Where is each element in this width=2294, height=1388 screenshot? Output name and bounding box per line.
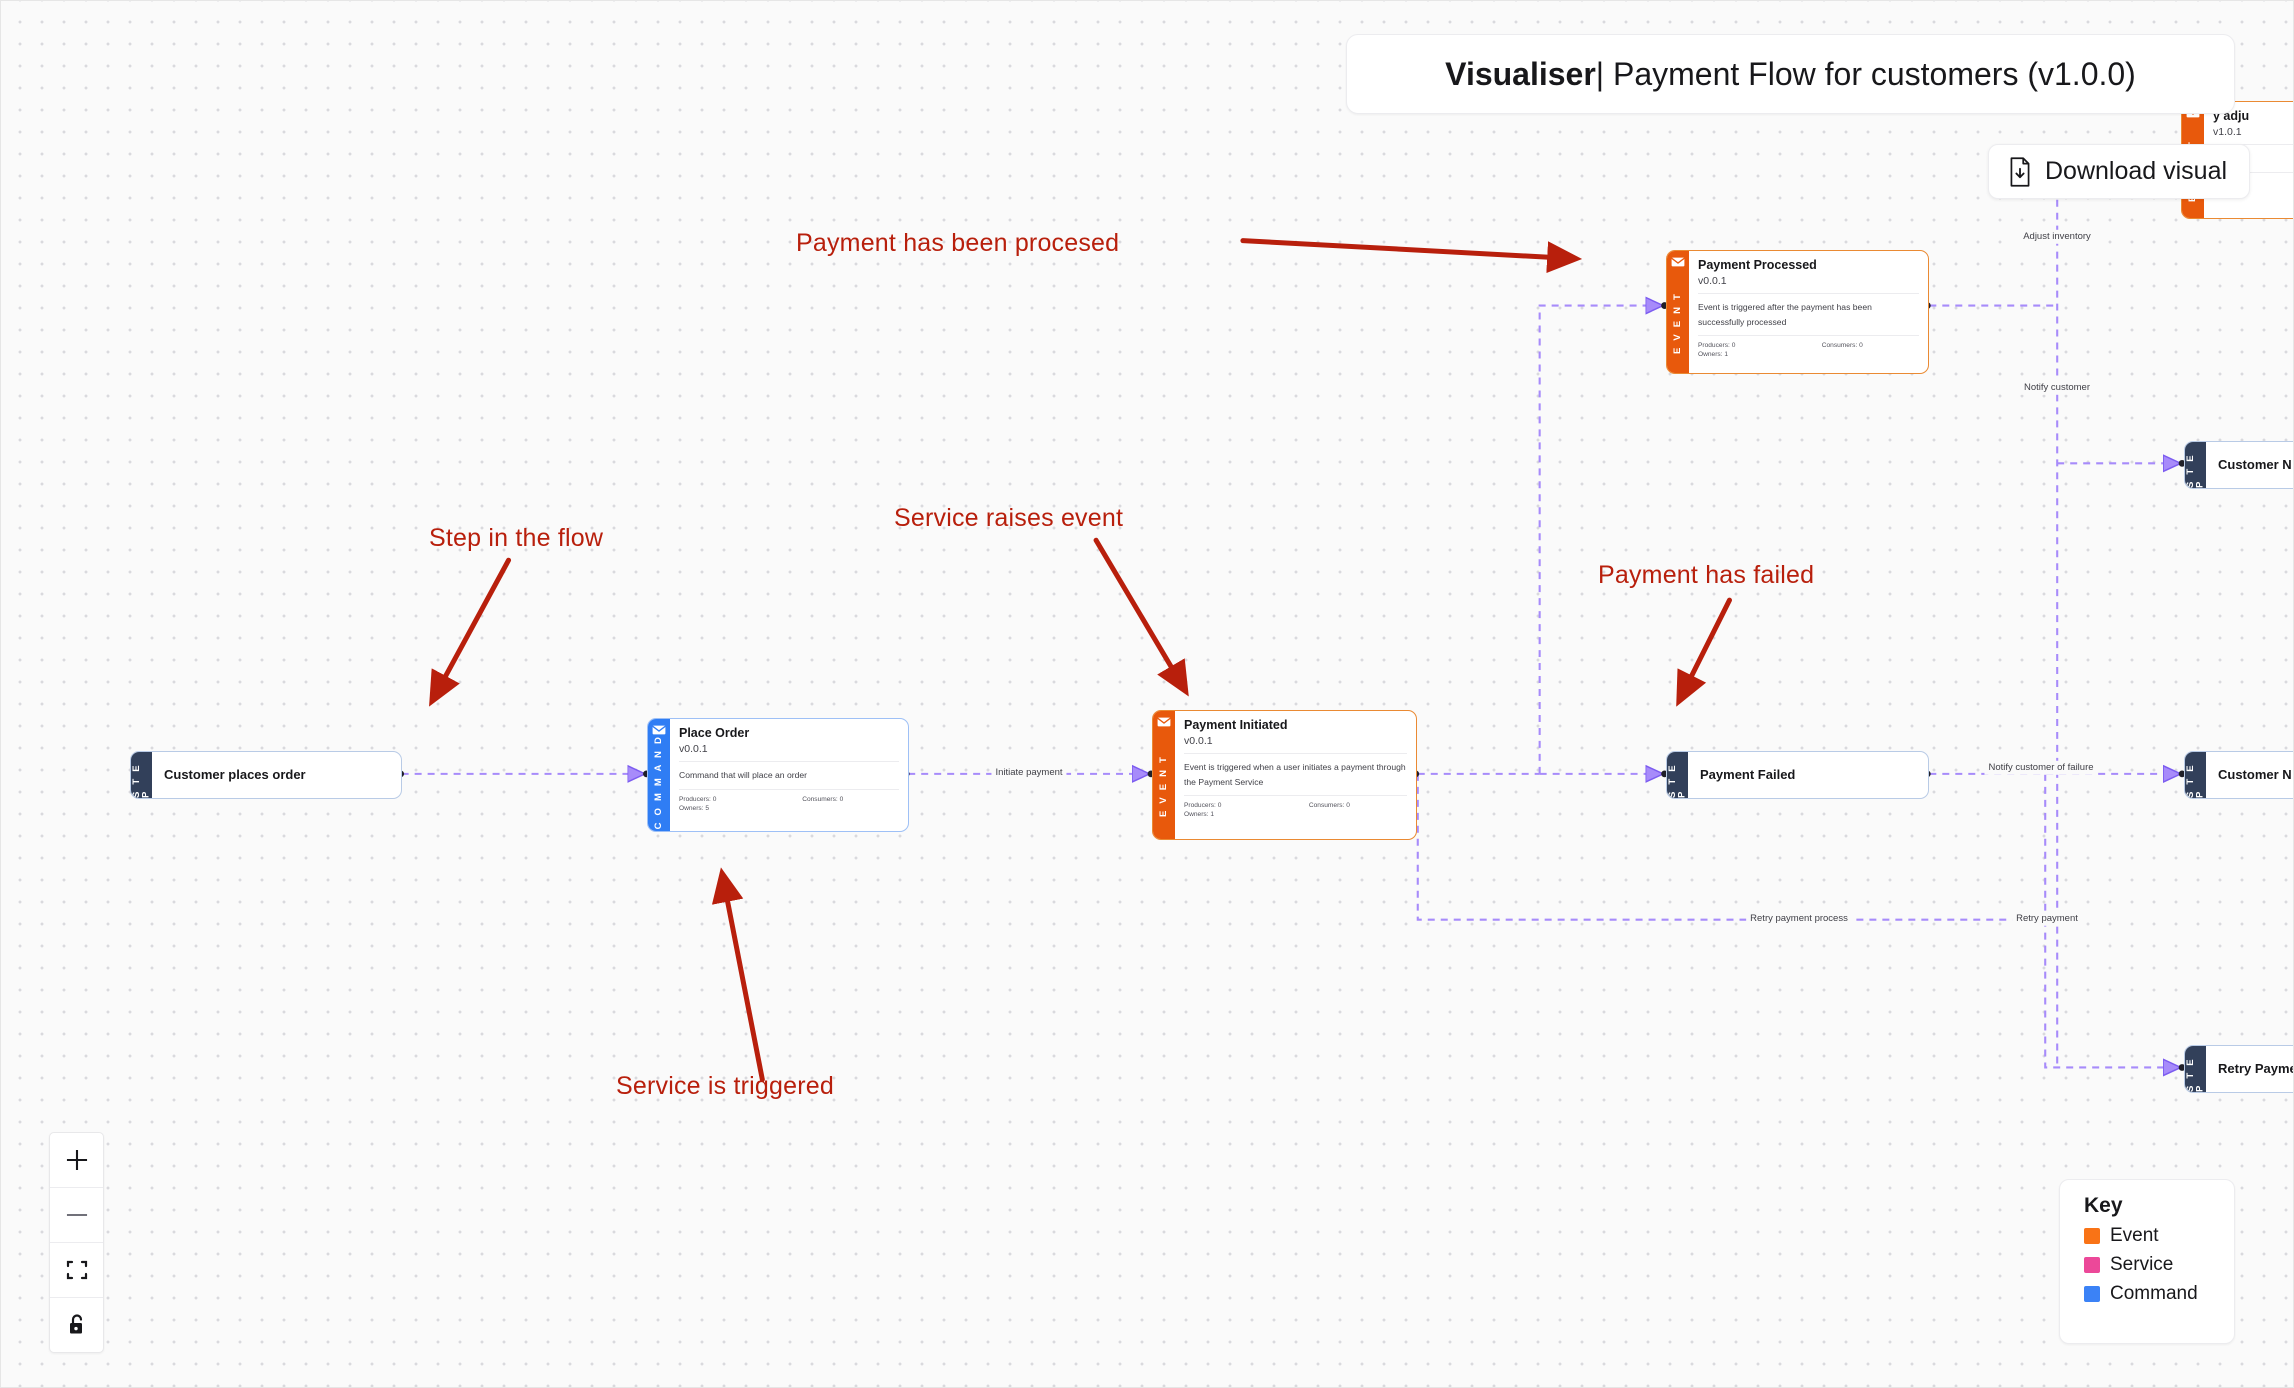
key-label-service: Service (2110, 1254, 2174, 1275)
edge-label-notify-customer-of-failure: Notify customer of failure (1984, 760, 2098, 776)
node-version: v1.0.1 (2213, 126, 2242, 139)
key-item-service: Service (2084, 1254, 2234, 1276)
plus-icon (66, 1149, 87, 1171)
minus-icon (66, 1213, 87, 1217)
divider (1698, 334, 1919, 336)
node-version: v0.0.1 (1698, 275, 1727, 288)
edge-label-initiate-payment: Initiate payment (991, 765, 1067, 781)
divider (1184, 794, 1407, 796)
divider (1698, 293, 1919, 295)
visualiser-canvas-page: Initiate payment Adjust inventory Notify… (0, 0, 2294, 1388)
node-producers: Producers: 0 (1184, 801, 1222, 809)
key-swatch-service (2084, 1257, 2100, 1273)
node-spine-step: S T E P (2185, 442, 2206, 488)
key-legend: Key Event Service Command (2059, 1179, 2235, 1344)
key-item-command: Command (2084, 1283, 2234, 1305)
lock-button[interactable] (50, 1298, 103, 1352)
zoom-out-button[interactable] (50, 1188, 103, 1243)
node-spine-step: S T E P (131, 752, 152, 798)
node-step-customer-places-order[interactable]: S T E P Customer places order (130, 751, 402, 799)
flow-canvas[interactable] (1, 1, 2293, 1387)
annotation-step-in-the-flow: Step in the flow (429, 524, 604, 552)
node-producers: Producers: 0 (679, 795, 717, 803)
node-consumers: Consumers: 0 (1308, 801, 1350, 809)
envelope-icon (652, 725, 666, 735)
node-command-place-order[interactable]: C O M M A N D Place Order v0.0.1 Command… (647, 718, 909, 832)
key-label-command: Command (2110, 1283, 2198, 1304)
node-title: Payment Processed (1698, 258, 1817, 272)
annotation-service-is-triggered: Service is triggered (616, 1072, 834, 1100)
node-version: v0.0.1 (1184, 735, 1213, 748)
node-step-customer-notified-top[interactable]: S T E P Customer N (2184, 441, 2293, 489)
node-title: Payment Failed (1700, 766, 1796, 782)
edge-label-adjust-inventory: Adjust inventory (2019, 229, 2095, 245)
title-separator: | (1595, 55, 1605, 92)
edge-label-retry-payment-process: Retry payment process (1746, 911, 1852, 927)
node-title: Payment Initiated (1184, 718, 1288, 732)
node-title: Place Order (679, 726, 750, 740)
node-spine-event: E V E N T (1667, 251, 1689, 373)
node-spine-step: S T E P (1667, 752, 1688, 798)
node-description: Event is triggered when a user initiates… (1184, 762, 1406, 787)
key-item-event: Event (2084, 1225, 2234, 1247)
key-title: Key (2084, 1194, 2123, 1217)
envelope-icon (1157, 717, 1171, 727)
node-description: Event is triggered after the payment has… (1698, 302, 1872, 327)
edge-label-retry-payment: Retry payment (2012, 911, 2082, 927)
node-owners: Owners: 1 (1698, 350, 1729, 358)
node-title: Customer N (2218, 456, 2292, 472)
app-name: Visualiser (1445, 55, 1596, 92)
key-swatch-event (2084, 1228, 2100, 1244)
canvas-controls (49, 1132, 104, 1353)
node-spine-event: E V E N T (1153, 711, 1175, 839)
node-version: v0.0.1 (679, 743, 708, 756)
page-title: Payment Flow for customers (v1.0.0) (1613, 55, 2136, 92)
divider (679, 761, 899, 763)
envelope-icon (1671, 257, 1685, 267)
download-visual-button[interactable]: Download visual (1988, 144, 2251, 199)
divider (679, 788, 899, 790)
download-visual-label: Download visual (2045, 157, 2228, 185)
node-step-payment-failed[interactable]: S T E P Payment Failed (1666, 751, 1929, 799)
node-step-retry-payment[interactable]: S T E P Retry Payme (2184, 1045, 2294, 1093)
node-step-customer-notified-mid[interactable]: S T E P Customer N (2184, 751, 2293, 799)
node-title: Customer N (2218, 766, 2292, 782)
edge-label-notify-customer: Notify customer (2020, 380, 2094, 396)
node-producers: Producers: 0 (1698, 341, 1736, 349)
node-owners: Owners: 5 (679, 804, 710, 812)
annotation-payment-processed: Payment has been procesed (796, 229, 1120, 257)
node-spine-command: C O M M A N D (648, 719, 670, 831)
node-title: Retry Payme (2218, 1060, 2294, 1076)
download-file-icon (2010, 156, 2030, 187)
unlock-icon (69, 1314, 82, 1334)
node-description: Command that will place an order (679, 770, 808, 781)
node-event-payment-initiated[interactable]: E V E N T Payment Initiated v0.0.1 Event… (1152, 710, 1417, 840)
fit-view-button[interactable] (50, 1243, 103, 1298)
node-owners: Owners: 1 (1184, 810, 1215, 818)
node-consumers: Consumers: 0 (802, 795, 844, 803)
key-swatch-command (2084, 1286, 2100, 1302)
annotation-service-raises-event: Service raises event (894, 504, 1124, 532)
visualiser-title-card: Visualiser| Payment Flow for customers (… (1346, 34, 2235, 114)
node-consumers: Consumers: 0 (1821, 341, 1863, 349)
zoom-in-button[interactable] (50, 1133, 103, 1188)
node-title: Customer places order (164, 766, 306, 782)
node-spine-step: S T E P (2185, 1046, 2206, 1092)
node-event-payment-processed[interactable]: E V E N T Payment Processed v0.0.1 Event… (1666, 250, 1929, 374)
annotation-payment-has-failed: Payment has failed (1598, 561, 1815, 589)
node-spine-step: S T E P (2185, 752, 2206, 798)
divider (1184, 753, 1407, 755)
fit-screen-icon (66, 1260, 87, 1280)
key-label-event: Event (2110, 1225, 2159, 1246)
